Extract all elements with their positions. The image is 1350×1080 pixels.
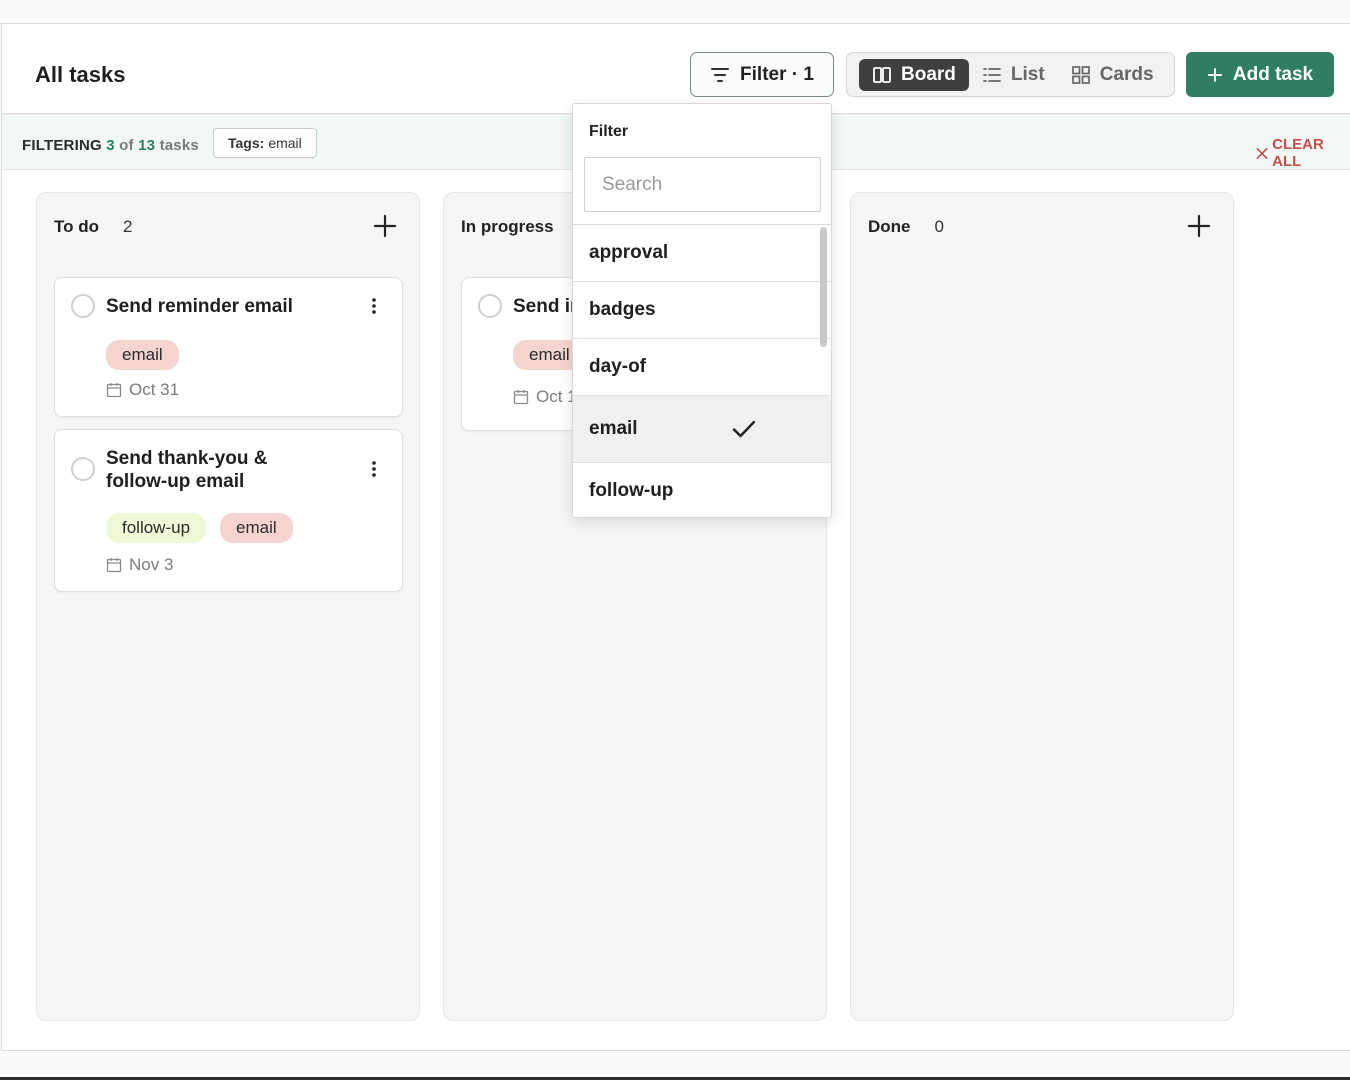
filter-button[interactable]: Filter · 1 bbox=[690, 52, 834, 97]
tag-option-list: approval badges day-of email follow-up bbox=[573, 224, 831, 517]
task-complete-checkbox[interactable] bbox=[478, 294, 502, 318]
tag-email: email bbox=[220, 513, 293, 543]
tag-follow-up: follow-up bbox=[106, 513, 207, 543]
column-header: To do 2 bbox=[54, 217, 132, 237]
column-name: To do bbox=[54, 217, 99, 236]
add-card-plus-icon[interactable] bbox=[373, 214, 397, 238]
clear-all-label: CLEAR ALL bbox=[1272, 136, 1324, 170]
tag-option-email[interactable]: email bbox=[573, 396, 831, 463]
task-card[interactable]: Send reminder email email Oct 31 bbox=[54, 277, 403, 417]
add-task-button[interactable]: Add task bbox=[1186, 52, 1334, 97]
view-list-label: List bbox=[1010, 63, 1045, 85]
due-date: Oct 31 bbox=[106, 380, 179, 400]
column-count: 0 bbox=[934, 217, 944, 236]
clear-all-button[interactable]: CLEAR ALL bbox=[1256, 136, 1350, 170]
column-todo: To do 2 Send reminder email email Oct 31… bbox=[36, 192, 420, 1021]
column-done: Done 0 bbox=[850, 192, 1234, 1021]
tag-option-label: approval bbox=[589, 242, 669, 263]
filter-chip-value: email bbox=[268, 135, 302, 151]
window-top-edge bbox=[0, 0, 1350, 24]
view-board-label: Board bbox=[901, 63, 956, 85]
more-options-icon[interactable] bbox=[364, 459, 384, 479]
cards-icon bbox=[1071, 65, 1090, 84]
filtering-prefix: FILTERING bbox=[22, 137, 102, 154]
task-title: Send thank-you & follow-up email bbox=[106, 448, 268, 492]
tag-email: email bbox=[106, 340, 179, 370]
due-date: Nov 3 bbox=[106, 555, 173, 575]
page-title: All tasks bbox=[35, 62, 126, 87]
add-task-label: Add task bbox=[1232, 63, 1314, 85]
dropdown-search-input[interactable] bbox=[584, 157, 821, 212]
view-list-button[interactable]: List bbox=[969, 59, 1058, 91]
plus-icon bbox=[1207, 67, 1222, 82]
calendar-icon bbox=[106, 558, 122, 573]
dropdown-title: Filter bbox=[589, 123, 629, 140]
column-count: 2 bbox=[123, 217, 133, 236]
due-date-text: Nov 3 bbox=[129, 555, 174, 574]
view-cards-label: Cards bbox=[1099, 63, 1154, 85]
dropdown-scrollbar[interactable] bbox=[820, 227, 827, 347]
filtering-suffix: tasks bbox=[159, 137, 199, 154]
calendar-icon bbox=[106, 383, 122, 398]
view-switcher: Board List Cards bbox=[846, 52, 1175, 97]
due-date-text: Oct 1 bbox=[536, 387, 577, 406]
tag-option-label: email bbox=[589, 418, 638, 439]
board-icon bbox=[873, 66, 891, 83]
task-title: Send ir bbox=[513, 296, 578, 317]
filtering-of: of bbox=[119, 137, 134, 154]
tag-option-day-of[interactable]: day-of bbox=[573, 339, 831, 396]
filter-button-label: Filter · 1 bbox=[740, 63, 814, 85]
task-complete-checkbox[interactable] bbox=[71, 457, 95, 481]
filtering-total-count: 13 bbox=[138, 137, 156, 154]
checkmark-icon bbox=[732, 420, 756, 438]
view-cards-button[interactable]: Cards bbox=[1058, 59, 1167, 91]
column-header: In progress bbox=[461, 217, 554, 237]
more-options-icon[interactable] bbox=[364, 296, 384, 316]
task-card[interactable]: Send thank-you & follow-up email follow-… bbox=[54, 429, 403, 592]
task-complete-checkbox[interactable] bbox=[71, 294, 95, 318]
filtering-shown-count: 3 bbox=[106, 137, 115, 154]
filter-dropdown: Filter approval badges day-of email foll… bbox=[572, 103, 832, 518]
column-name: In progress bbox=[461, 217, 554, 236]
active-filter-chip[interactable]: Tags: email bbox=[213, 128, 317, 158]
tag-option-label: badges bbox=[589, 299, 656, 320]
tag-option-badges[interactable]: badges bbox=[573, 282, 831, 339]
tag-option-approval[interactable]: approval bbox=[573, 225, 831, 282]
calendar-icon bbox=[513, 390, 529, 405]
window-bottom-edge bbox=[0, 1051, 1350, 1080]
filter-chip-key: Tags: bbox=[228, 135, 265, 151]
tag-option-label: follow-up bbox=[589, 479, 674, 501]
column-name: Done bbox=[868, 217, 911, 236]
view-board-button[interactable]: Board bbox=[859, 58, 969, 91]
task-title: Send reminder email bbox=[106, 296, 293, 317]
filtering-summary: FILTERING 3 of 13 tasks bbox=[22, 137, 199, 154]
due-date-text: Oct 31 bbox=[129, 380, 180, 399]
column-header: Done 0 bbox=[868, 217, 944, 237]
filter-icon bbox=[711, 67, 730, 82]
tag-option-label: day-of bbox=[589, 356, 646, 377]
page-header: All tasks Filter · 1 Board List Cards Ad… bbox=[2, 24, 1350, 115]
due-date: Oct 1 bbox=[513, 387, 577, 407]
add-card-plus-icon[interactable] bbox=[1187, 214, 1211, 238]
close-icon bbox=[1256, 147, 1268, 159]
list-icon bbox=[983, 67, 1001, 82]
tag-option-follow-up[interactable]: follow-up bbox=[573, 463, 831, 517]
